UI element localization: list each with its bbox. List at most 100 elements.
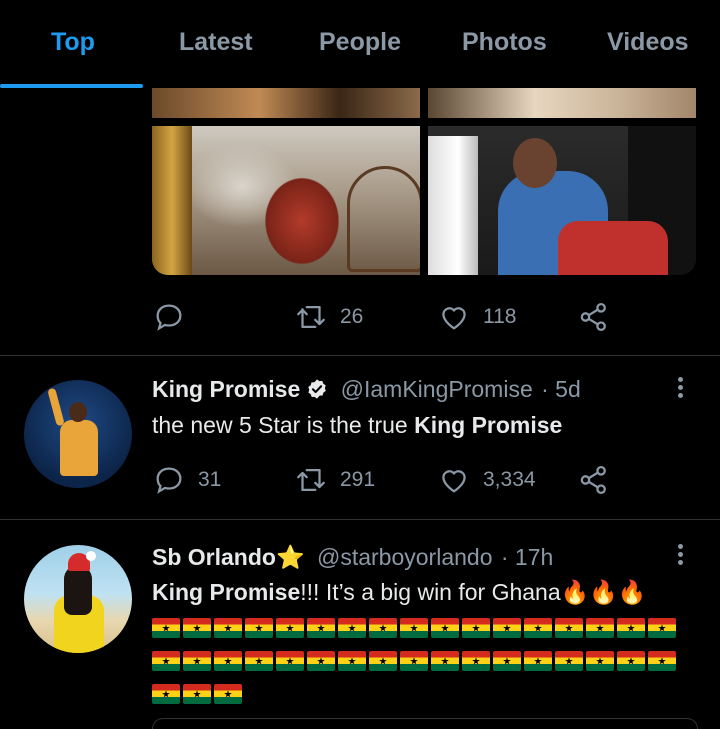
ghana-flag-emoji (369, 618, 397, 639)
ghana-flag-emoji (462, 618, 490, 639)
ghana-flag-emoji (183, 651, 211, 672)
tweet-text: King Promise!!! It’s a big win for Ghana… (152, 579, 647, 606)
more-options-button[interactable] (674, 374, 686, 404)
ghana-flag-emoji (648, 618, 676, 639)
retweet-button[interactable]: 291 (294, 460, 375, 500)
reply-button[interactable] (152, 297, 198, 337)
ghana-flag-emoji (617, 651, 645, 672)
user-handle[interactable]: @IamKingPromise (341, 376, 533, 402)
tweet-divider (0, 519, 720, 520)
fire-emoji: 🔥🔥🔥 (560, 579, 647, 605)
ghana-flag-emoji (152, 618, 180, 639)
ghana-flag-emoji (276, 651, 304, 672)
ghana-flag-emoji (307, 651, 335, 672)
tab-people[interactable]: People (319, 28, 401, 57)
avatar-decor (60, 420, 98, 476)
ghana-flag-emoji (586, 618, 614, 639)
share-button[interactable] (577, 297, 611, 337)
next-tweet-card[interactable] (152, 718, 698, 729)
more-icon (677, 377, 683, 382)
ghana-flag-emoji (524, 618, 552, 639)
ghana-flag-emoji (400, 651, 428, 672)
avatar-decor (47, 387, 65, 427)
user-handle[interactable]: @starboyorlando (317, 544, 493, 570)
tweet-photo-2[interactable] (428, 88, 696, 118)
more-icon (677, 393, 683, 398)
flag-emoji-row (152, 680, 245, 706)
ghana-flag-emoji (555, 651, 583, 672)
ghana-flag-emoji (338, 618, 366, 639)
photo-decor (347, 166, 420, 272)
active-tab-indicator (0, 84, 143, 88)
more-icon (677, 544, 683, 549)
tweet-time[interactable]: · 5d (541, 376, 581, 402)
ghana-flag-emoji (152, 684, 180, 705)
like-count: 3,334 (483, 468, 536, 491)
like-count: 118 (483, 305, 517, 328)
more-icon (677, 385, 683, 390)
tweet-time[interactable]: · 17h (501, 544, 553, 570)
ghana-flag-emoji (152, 651, 180, 672)
tweet-photo-1[interactable] (152, 88, 420, 118)
display-name[interactable]: King Promise (152, 376, 300, 402)
ghana-flag-emoji (245, 618, 273, 639)
reply-icon (156, 304, 182, 331)
ghana-flag-emoji (431, 651, 459, 672)
ghana-flag-emoji (555, 618, 583, 639)
ghana-flag-emoji (183, 618, 211, 639)
tab-videos[interactable]: Videos (607, 28, 689, 57)
retweet-button[interactable]: 26 (294, 297, 363, 337)
ghana-flag-emoji (369, 651, 397, 672)
avatar[interactable] (24, 380, 132, 488)
display-name[interactable]: Sb Orlando (152, 544, 276, 570)
more-icon (677, 552, 683, 557)
tweet-photo-3[interactable] (152, 126, 420, 275)
reply-button[interactable]: 31 (152, 460, 221, 500)
ghana-flag-emoji (338, 651, 366, 672)
flag-emoji-row (152, 647, 679, 673)
ghana-flag-emoji (307, 618, 335, 639)
photo-decor (513, 138, 557, 188)
ghana-flag-emoji (214, 618, 242, 639)
ghana-flag-emoji (462, 651, 490, 672)
tweet-divider (0, 355, 720, 356)
avatar[interactable] (24, 545, 132, 653)
tweet-actions: 26 118 (152, 297, 622, 337)
tweet-header: King Promise @IamKingPromise · 5d (152, 376, 581, 403)
share-button[interactable] (577, 460, 611, 500)
photo-decor (428, 136, 478, 275)
tweet-text: the new 5 Star is the true King Promise (152, 412, 562, 439)
more-icon (677, 560, 683, 565)
verified-icon (308, 379, 327, 399)
retweet-count: 26 (340, 305, 364, 328)
share-icon (580, 465, 606, 495)
star-emoji: ⭐ (275, 544, 305, 570)
ghana-flag-emoji (214, 684, 242, 705)
like-icon (442, 470, 466, 493)
tweet-actions: 31 291 3,334 (152, 460, 622, 500)
retweet-icon (297, 468, 325, 492)
tweet-header: Sb Orlando⭐ @starboyorlando · 17h (152, 544, 553, 571)
share-icon (580, 302, 606, 332)
photo-decor (152, 126, 192, 275)
photo-decor (558, 221, 668, 275)
ghana-flag-emoji (245, 651, 273, 672)
ghana-flag-emoji (586, 651, 614, 672)
like-button[interactable]: 3,334 (437, 460, 536, 500)
search-tabs: Top Latest People Photos Videos (0, 0, 720, 88)
avatar-decor (69, 402, 87, 422)
ghana-flag-emoji (276, 618, 304, 639)
more-options-button[interactable] (674, 541, 686, 571)
tab-photos[interactable]: Photos (462, 28, 547, 57)
avatar-decor (64, 565, 92, 615)
tweet-text-plain: the new 5 Star is the true (152, 412, 415, 438)
ghana-flag-emoji (400, 618, 428, 639)
avatar-decor (86, 551, 96, 561)
tab-top[interactable]: Top (51, 28, 95, 57)
like-button[interactable]: 118 (437, 297, 516, 337)
tab-latest[interactable]: Latest (179, 28, 253, 57)
flag-emoji-row (152, 614, 679, 640)
tweet-photo-4[interactable] (428, 126, 696, 275)
tweet-text-plain: !!! It’s a big win for Ghana (300, 579, 561, 605)
ghana-flag-emoji (524, 651, 552, 672)
